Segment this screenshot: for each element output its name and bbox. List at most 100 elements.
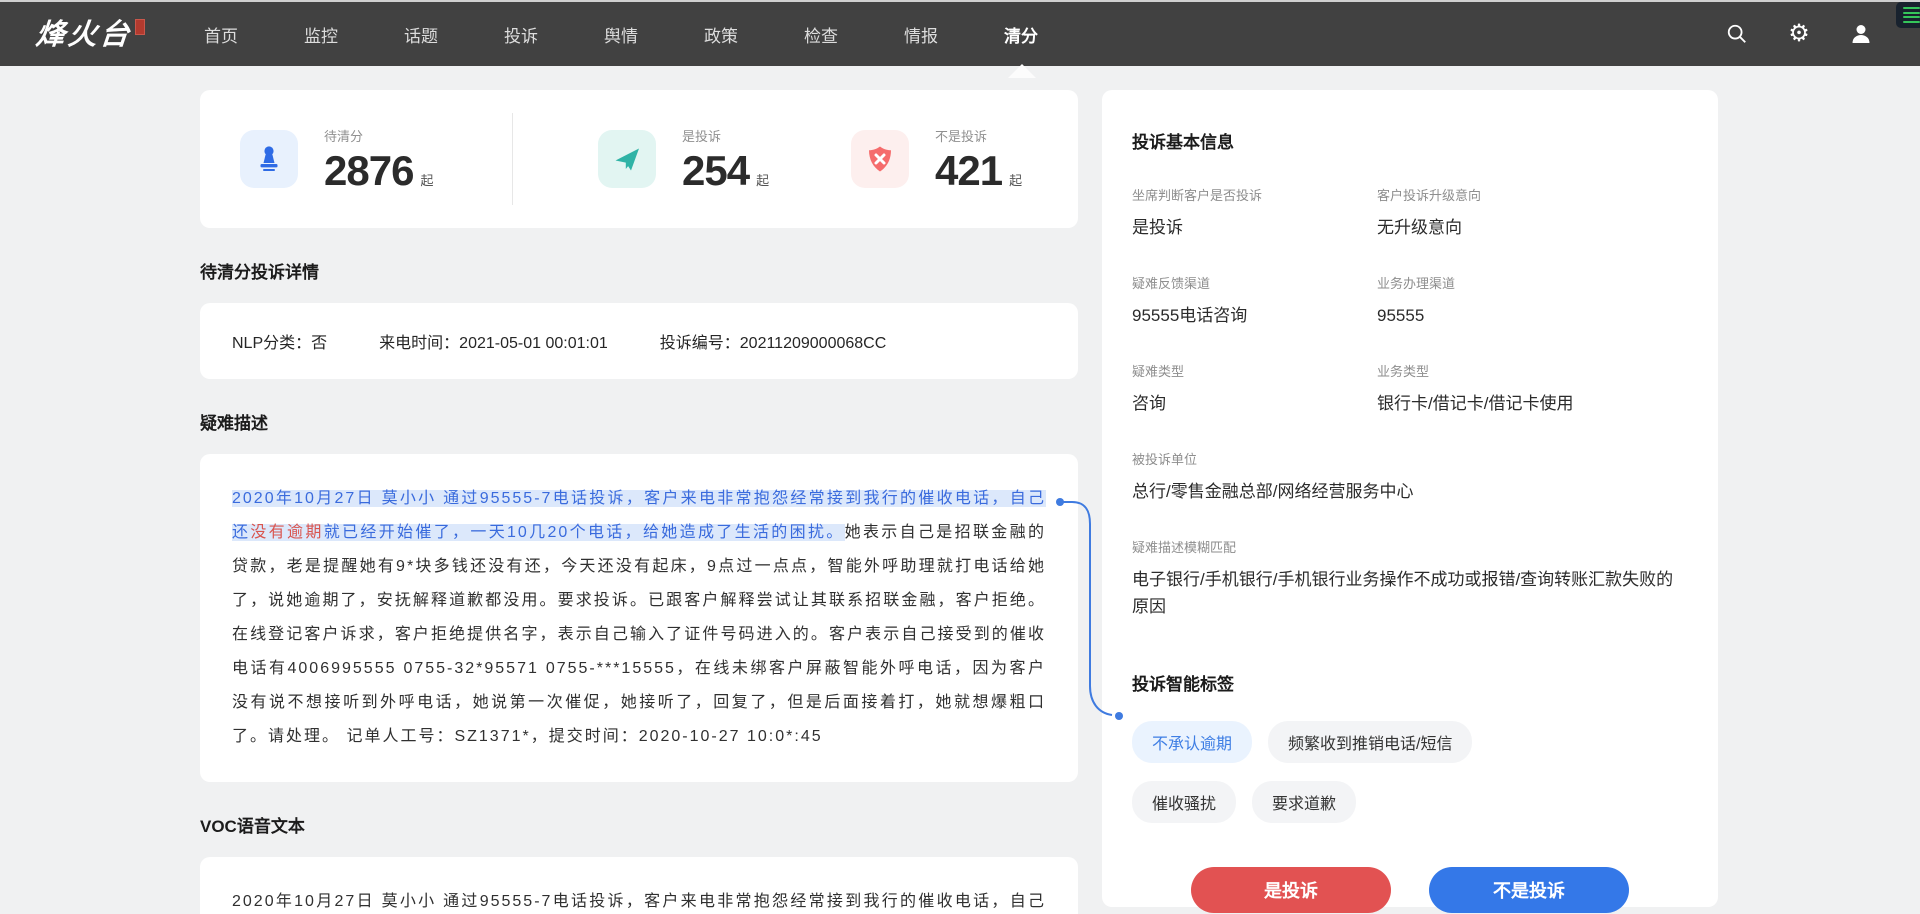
field-complained-unit: 被投诉单位 总行/零售金融总部/网络经营服务中心 [1132,449,1688,505]
voc-transcript-card: 2020年10月27日 莫小小 通过95555-7电话投诉，客户来电非常抱怨经常… [200,857,1078,914]
nav-item-home[interactable]: 首页 [204,22,238,47]
tag-frequent-marketing-calls[interactable]: 频繁收到推销电话/短信 [1268,721,1472,763]
field-value: 否 [311,335,327,352]
tag-demand-apology[interactable]: 要求道歉 [1252,781,1356,823]
field-value: 咨询 [1132,390,1377,417]
stat-is-complaint: 是投诉 254 起 [598,126,831,193]
tag-collection-harassment[interactable]: 催收骚扰 [1132,781,1236,823]
details-section-title: 待清分投诉详情 [200,258,1078,283]
info-panel-title: 投诉基本信息 [1132,128,1688,153]
nav-item-intel[interactable]: 情报 [904,22,938,47]
voc-section-title: VOC语音文本 [200,812,1078,837]
stat-text: 待清分 2876 起 [324,126,433,193]
search-icon[interactable] [1724,21,1750,47]
tags-row: 催收骚扰 要求道歉 [1132,781,1688,823]
field-value: 20211209000068CC [740,335,887,352]
stat-pending-clearing: 待清分 2876 起 [240,126,492,193]
field-label: NLP分类： [232,335,311,352]
field-value: 电子银行/手机银行/手机银行业务操作不成功或报错/查询转账汇款失败的原因 [1132,566,1688,620]
difficult-description-text: 2020年10月27日 莫小小 通过95555-7电话投诉，客户来电非常抱怨经常… [232,482,1046,754]
field-value: 无升级意向 [1377,214,1688,241]
stat-text: 是投诉 254 起 [682,126,769,193]
stamp-icon [240,130,298,188]
field-label: 投诉编号： [660,335,740,352]
field-escalation-intent: 客户投诉升级意向 无升级意向 [1377,185,1688,241]
shield-x-icon [851,130,909,188]
field-label: 疑难类型 [1132,361,1377,380]
stat-label: 不是投诉 [935,126,1022,145]
nav-icon-group: ⚙ [1724,21,1874,47]
field-business-channel: 业务办理渠道 95555 [1377,273,1688,329]
field-label: 坐席判断客户是否投诉 [1132,185,1377,204]
field-label: 被投诉单位 [1132,449,1688,468]
active-tab-pointer [1008,64,1036,78]
complaint-id-field: 投诉编号：20211209000068CC [660,329,887,353]
field-label: 疑难反馈渠道 [1132,273,1377,292]
description-section-title: 疑难描述 [200,409,1078,434]
right-column: 投诉基本信息 坐席判断客户是否投诉 是投诉 客户投诉升级意向 无升级意向 疑难反… [1102,90,1718,907]
nav-menu: 首页 监控 话题 投诉 舆情 政策 检查 情报 清分 [204,22,1038,47]
stats-divider [512,113,513,205]
stat-unit: 起 [756,173,769,188]
field-agent-judgement: 坐席判断客户是否投诉 是投诉 [1132,185,1377,241]
field-label: 疑难描述模糊匹配 [1132,537,1688,556]
field-label: 客户投诉升级意向 [1377,185,1688,204]
field-business-type: 业务类型 银行卡/借记卡/借记卡使用 [1377,361,1688,417]
field-label: 业务类型 [1377,361,1688,380]
top-nav: 烽火台 首页 监控 话题 投诉 舆情 政策 检查 情报 清分 ⚙ [0,2,1920,66]
nav-item-topics[interactable]: 话题 [404,22,438,47]
field-value: 95555 [1377,302,1688,329]
field-difficulty-type: 疑难类型 咨询 [1132,361,1377,417]
stat-unit: 起 [420,173,433,188]
nav-item-policy[interactable]: 政策 [704,22,738,47]
stat-unit: 起 [1009,173,1022,188]
stats-card: 待清分 2876 起 是投诉 254 起 [200,90,1078,228]
field-label: 来电时间： [379,335,459,352]
left-column: 待清分 2876 起 是投诉 254 起 [200,90,1078,914]
logo-seal-icon [135,19,145,35]
nav-item-clearing[interactable]: 清分 [1004,22,1038,47]
settings-gear-icon[interactable]: ⚙ [1786,21,1812,47]
nlp-classification-field: NLP分类：否 [232,329,327,353]
description-body-text: 她表示自己是招联金融的贷款，老是提醒她有9*块多钱还没有还，今天还没有起床，9点… [232,524,1046,745]
stat-text: 不是投诉 421 起 [935,126,1022,193]
info-fields-grid: 坐席判断客户是否投诉 是投诉 客户投诉升级意向 无升级意向 疑难反馈渠道 955… [1132,185,1688,417]
field-value: 是投诉 [1132,214,1377,241]
user-icon[interactable] [1848,21,1874,47]
tag-deny-overdue[interactable]: 不承认逾期 [1132,721,1252,763]
field-value: 银行卡/借记卡/借记卡使用 [1377,390,1688,417]
stat-value: 421 [935,149,1002,193]
field-value: 总行/零售金融总部/网络经营服务中心 [1132,478,1688,505]
app-logo[interactable]: 烽火台 [36,17,194,52]
field-value: 95555电话咨询 [1132,302,1377,329]
logo-text: 烽火台 [34,17,133,52]
is-complaint-button[interactable]: 是投诉 [1191,867,1391,913]
decision-actions: 是投诉 不是投诉 [1132,867,1688,913]
complaint-info-panel: 投诉基本信息 坐席判断客户是否投诉 是投诉 客户投诉升级意向 无升级意向 疑难反… [1102,90,1718,907]
field-feedback-channel: 疑难反馈渠道 95555电话咨询 [1132,273,1377,329]
stat-value: 2876 [324,149,413,193]
stat-value: 254 [682,149,749,193]
call-time-field: 来电时间：2021-05-01 00:01:01 [379,329,608,353]
stat-label: 是投诉 [682,126,769,145]
nav-item-inspection[interactable]: 检查 [804,22,838,47]
not-complaint-button[interactable]: 不是投诉 [1429,867,1629,913]
field-value: 2021-05-01 00:01:01 [459,335,608,352]
nav-item-sentiment[interactable]: 舆情 [604,22,638,47]
smart-tags-title: 投诉智能标签 [1132,670,1688,695]
difficult-description-card: 2020年10月27日 莫小小 通过95555-7电话投诉，客户来电非常抱怨经常… [200,454,1078,782]
complaint-details-card: NLP分类：否 来电时间：2021-05-01 00:01:01 投诉编号：20… [200,303,1078,379]
field-label: 业务办理渠道 [1377,273,1688,292]
highlighted-evidence-text: 就已经开始催了，一天10几20个电话，给她造成了生活的困扰。 [324,524,845,541]
screen-recorder-badge [1896,2,1920,28]
highlighted-keyword-deny-overdue: 没有逾期 [250,524,323,541]
nav-item-complaints[interactable]: 投诉 [504,22,538,47]
paper-plane-icon [598,130,656,188]
voc-transcript-text: 2020年10月27日 莫小小 通过95555-7电话投诉，客户来电非常抱怨经常… [232,885,1046,914]
tags-row: 不承认逾期 频繁收到推销电话/短信 [1132,721,1688,763]
nav-item-monitor[interactable]: 监控 [304,22,338,47]
stat-label: 待清分 [324,126,433,145]
stat-not-complaint: 不是投诉 421 起 [851,126,1022,193]
field-fuzzy-match: 疑难描述模糊匹配 电子银行/手机银行/手机银行业务操作不成功或报错/查询转账汇款… [1132,537,1688,620]
page-content: 待清分 2876 起 是投诉 254 起 [0,66,1920,914]
